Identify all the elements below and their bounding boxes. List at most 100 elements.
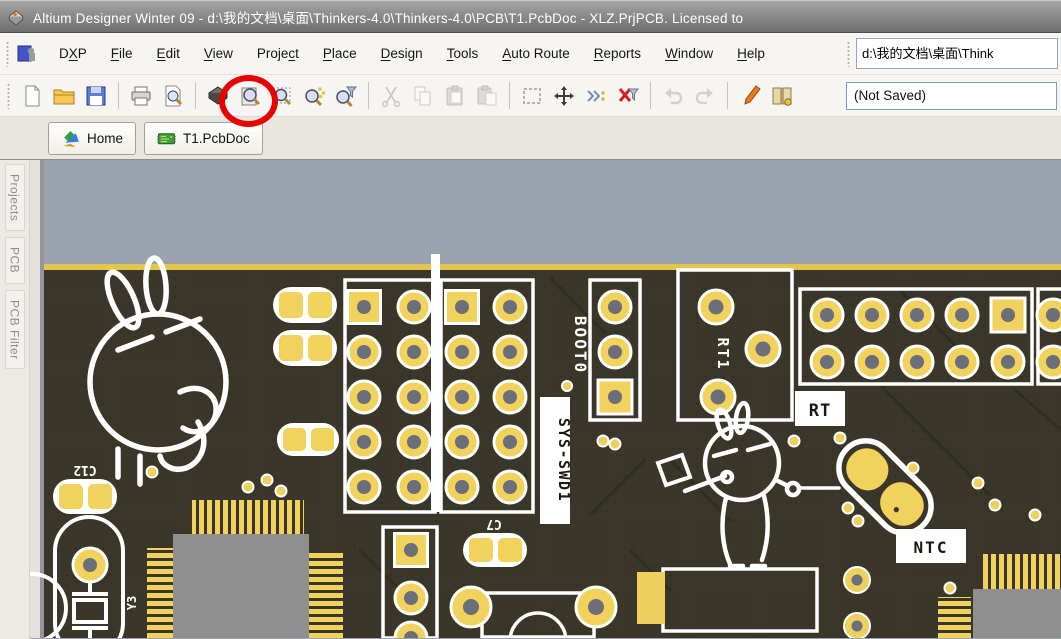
pcb-document-view[interactable]: BOOT0 SYS-SWD1 RT1 RT [30,160,1061,638]
zoom-area-icon [270,84,294,108]
window-title: Altium Designer Winter 09 - d:\我的文档\桌面\T… [33,7,743,27]
menu-project[interactable]: Project [248,41,308,66]
workspace-background[interactable] [44,160,1061,264]
redo-icon [693,84,717,108]
home-tab-icon [61,129,80,148]
menu-view[interactable]: View [195,41,242,66]
save-button[interactable] [81,81,111,111]
zoom-point-icon [302,84,326,108]
path-grip[interactable] [846,41,851,67]
paste-button[interactable] [440,81,470,111]
copy-icon [411,84,435,108]
copy-button[interactable] [408,81,438,111]
print-preview-button[interactable] [158,81,188,111]
document-tab-bar: Home T1.PcbDoc [0,117,1061,160]
zoom-point-button[interactable] [299,81,329,111]
smd-capacitor[interactable] [273,287,337,323]
menu-bar: DXPFileEditViewProjectPlaceDesignToolsAu… [0,33,1061,75]
cross-probe-button[interactable] [735,81,765,111]
sidebar-tab-pcb[interactable]: PCB [5,237,25,283]
main-toolbar: (Not Saved) [0,75,1061,117]
new-document-button[interactable] [17,81,47,111]
menu-edit[interactable]: Edit [148,41,189,66]
selection-rect-icon [520,84,544,108]
menu-window[interactable]: Window [656,41,722,66]
dxp-puzzle-icon [15,42,39,66]
board-edge-line [44,264,1061,270]
toolbar-separator [118,82,119,109]
sidebar-tabs: Projects PCB PCB Filter [5,164,25,369]
undo-icon [661,84,685,108]
canvas-left-gutter [30,160,40,638]
toolbar-separator [727,82,728,109]
menu-reports[interactable]: Reports [585,41,650,66]
ntc-label-box: NTC [896,529,966,563]
label-y3: Y3 [125,596,139,610]
altium-logo-icon [7,8,25,26]
label-rt1: RT1 [714,337,732,370]
browse-library-button[interactable] [767,81,797,111]
menu-place[interactable]: Place [314,41,366,66]
select-area-button[interactable] [517,81,547,111]
print-button[interactable] [126,81,156,111]
paste-icon [443,84,467,108]
paste-array-button[interactable] [472,81,502,111]
menu-file[interactable]: File [102,41,142,66]
sys-swd1-label-box: SYS-SWD1 [540,397,573,524]
toolbar-buttons [16,81,798,111]
move-button[interactable] [549,81,579,111]
menu-items: DXPFileEditViewProjectPlaceDesignToolsAu… [47,41,777,66]
toolbar-separator [368,82,369,109]
save-icon [84,84,108,108]
open-button[interactable] [49,81,79,111]
new-document-icon [20,84,44,108]
reposition-button[interactable] [581,81,611,111]
zoom-area-button[interactable] [267,81,297,111]
zoom-document-icon [238,84,262,108]
redo-button[interactable] [690,81,720,111]
smd-capacitor[interactable] [273,330,337,366]
document-tabs: Home T1.PcbDoc [48,122,263,155]
zoom-filter-icon [334,84,358,108]
toolbar-separator [509,82,510,109]
undo-button[interactable] [658,81,688,111]
zoom-selected-button[interactable] [331,81,361,111]
label-rt: RT [809,401,831,421]
altium-designer-window: Altium Designer Winter 09 - d:\我的文档\桌面\T… [0,0,1061,639]
zoom-fit-document-button[interactable] [235,81,265,111]
variant-select[interactable]: (Not Saved) [846,82,1057,110]
label-c7: C7 [486,516,502,531]
printer-icon [129,84,153,108]
menu-tools[interactable]: Tools [438,41,488,66]
tab-t1-pcbdoc[interactable]: T1.PcbDoc [144,122,263,155]
pcb-editor-canvas[interactable]: BOOT0 SYS-SWD1 RT1 RT [30,160,1061,639]
clear-filter-button[interactable] [613,81,643,111]
sidebar-tab-pcb-filter[interactable]: PCB Filter [5,290,25,370]
tab-home[interactable]: Home [48,122,136,155]
move-cross-icon [552,84,576,108]
layer-stack-icon [206,84,230,108]
cut-button[interactable] [376,81,406,111]
tab-label: Home [87,131,123,146]
pcbdoc-tab-icon [157,129,176,148]
label-c12: C12 [73,462,96,477]
reposition-icon [584,84,608,108]
panel-sidebar: Projects PCB PCB Filter [0,160,30,639]
book-icon [770,84,794,108]
menu-auto-route[interactable]: Auto Route [493,41,579,66]
toolbar-separator [650,82,651,109]
menubar-grip[interactable] [5,41,10,67]
rt-label-box: RT [795,391,845,426]
toolbar-grip[interactable] [6,83,11,109]
menu-dxp[interactable]: DXP [50,41,96,66]
menu-design[interactable]: Design [372,41,432,66]
layer-stack-button[interactable] [203,81,233,111]
title-bar: Altium Designer Winter 09 - d:\我的文档\桌面\T… [0,0,1061,33]
open-folder-icon [52,84,76,108]
toolbar-separator [195,82,196,109]
label-ntc: NTC [914,538,949,557]
path-field[interactable]: d:\我的文档\桌面\Think [856,38,1058,69]
menu-help[interactable]: Help [728,41,774,66]
sidebar-tab-projects[interactable]: Projects [5,164,25,231]
smd-capacitor[interactable] [277,423,339,456]
